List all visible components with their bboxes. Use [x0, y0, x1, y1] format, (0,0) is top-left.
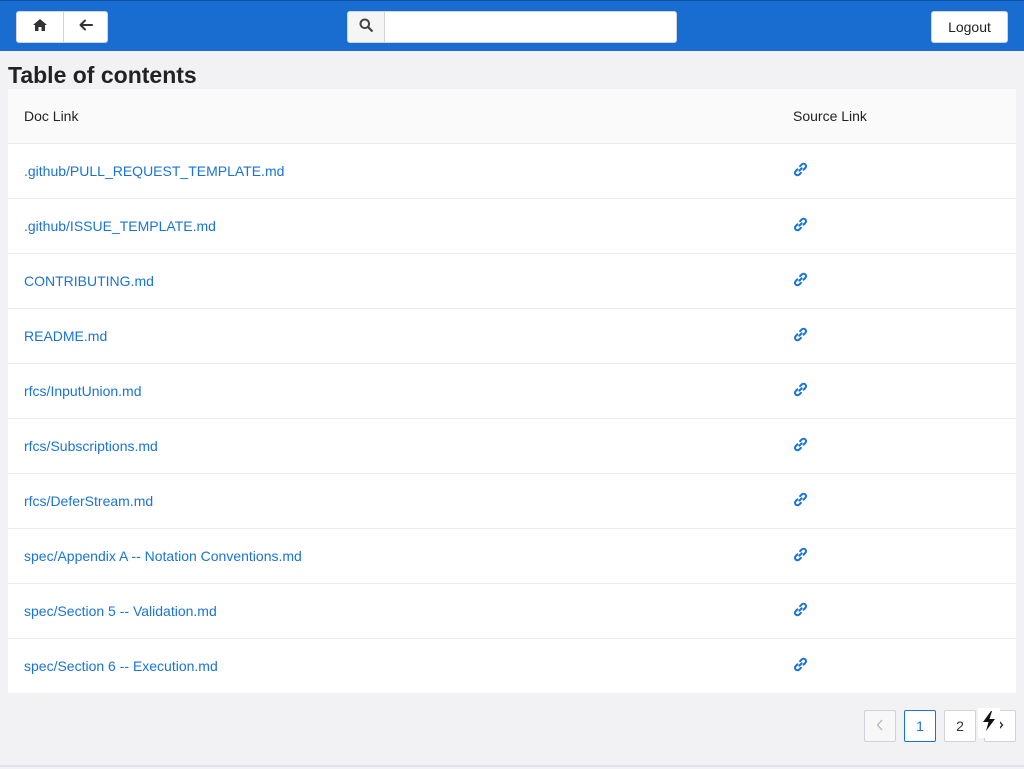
page-title: Table of contents	[8, 62, 197, 88]
table-row: rfcs/InputUnion.md	[8, 363, 1016, 419]
doc-link-cell: .github/ISSUE_TEMPLATE.md	[8, 198, 777, 254]
source-link-cell	[777, 308, 1016, 364]
table-row: README.md	[8, 308, 1016, 364]
link-icon[interactable]	[793, 437, 808, 452]
source-link-cell	[777, 253, 1016, 309]
pagination-page-1[interactable]: 1	[904, 710, 936, 742]
table-of-contents-table: Doc Link Source Link .github/PULL_REQUES…	[8, 89, 1016, 693]
home-button[interactable]	[16, 11, 64, 43]
doc-link-cell: rfcs/InputUnion.md	[8, 363, 777, 419]
table-row: .github/PULL_REQUEST_TEMPLATE.md	[8, 143, 1016, 199]
doc-link[interactable]: rfcs/Subscriptions.md	[24, 438, 158, 454]
search-button[interactable]	[347, 11, 385, 43]
source-link-cell	[777, 638, 1016, 693]
doc-link[interactable]: spec/Section 6 -- Execution.md	[24, 658, 218, 674]
doc-link[interactable]: CONTRIBUTING.md	[24, 273, 154, 289]
top-navigation-bar: Logout	[0, 0, 1024, 51]
source-link-cell	[777, 418, 1016, 474]
table-row: CONTRIBUTING.md	[8, 253, 1016, 309]
pagination-page-2[interactable]: 2	[944, 710, 976, 742]
bottom-divider	[0, 765, 1024, 767]
doc-link[interactable]: .github/PULL_REQUEST_TEMPLATE.md	[24, 163, 284, 179]
link-icon[interactable]	[793, 602, 808, 617]
source-link-cell	[777, 583, 1016, 639]
doc-link-cell: .github/PULL_REQUEST_TEMPLATE.md	[8, 143, 777, 199]
table-row: spec/Section 5 -- Validation.md	[8, 583, 1016, 639]
source-link-cell	[777, 473, 1016, 529]
doc-link-cell: rfcs/DeferStream.md	[8, 473, 777, 529]
doc-link-cell: README.md	[8, 308, 777, 364]
doc-link-cell: spec/Section 5 -- Validation.md	[8, 583, 777, 639]
back-button[interactable]	[63, 11, 108, 43]
source-link-cell	[777, 528, 1016, 584]
source-link-cell	[777, 143, 1016, 199]
doc-link[interactable]: rfcs/DeferStream.md	[24, 493, 153, 509]
doc-link[interactable]: spec/Section 5 -- Validation.md	[24, 603, 217, 619]
doc-link-cell: CONTRIBUTING.md	[8, 253, 777, 309]
table-row: rfcs/DeferStream.md	[8, 473, 1016, 529]
link-icon[interactable]	[793, 492, 808, 507]
table-row: spec/Section 6 -- Execution.md	[8, 638, 1016, 693]
column-header-doc-link: Doc Link	[8, 89, 777, 144]
source-link-cell	[777, 363, 1016, 419]
table-header-row: Doc Link Source Link	[8, 89, 1016, 144]
table-row: rfcs/Subscriptions.md	[8, 418, 1016, 474]
lightning-bolt-button[interactable]	[978, 708, 1000, 738]
link-icon[interactable]	[793, 327, 808, 342]
link-icon[interactable]	[793, 547, 808, 562]
logout-button[interactable]: Logout	[931, 11, 1008, 43]
doc-link-cell: spec/Section 6 -- Execution.md	[8, 638, 777, 693]
link-icon[interactable]	[793, 272, 808, 287]
table-row: .github/ISSUE_TEMPLATE.md	[8, 198, 1016, 254]
doc-link-cell: spec/Appendix A -- Notation Conventions.…	[8, 528, 777, 584]
doc-link[interactable]: spec/Appendix A -- Notation Conventions.…	[24, 548, 302, 564]
arrow-left-icon	[79, 18, 93, 36]
lightning-bolt-icon	[982, 710, 996, 736]
search-input[interactable]	[384, 11, 677, 43]
table-row: spec/Appendix A -- Notation Conventions.…	[8, 528, 1016, 584]
doc-link-cell: rfcs/Subscriptions.md	[8, 418, 777, 474]
doc-link[interactable]: README.md	[24, 328, 107, 344]
pagination-prev-button[interactable]	[864, 710, 896, 742]
search-icon	[359, 18, 373, 37]
link-icon[interactable]	[793, 162, 808, 177]
link-icon[interactable]	[793, 382, 808, 397]
link-icon[interactable]	[793, 657, 808, 672]
chevron-left-icon	[876, 718, 884, 734]
source-link-cell	[777, 198, 1016, 254]
link-icon[interactable]	[793, 217, 808, 232]
column-header-source-link: Source Link	[777, 89, 1016, 144]
doc-link[interactable]: .github/ISSUE_TEMPLATE.md	[24, 218, 216, 234]
doc-link[interactable]: rfcs/InputUnion.md	[24, 383, 142, 399]
home-icon	[32, 18, 48, 37]
